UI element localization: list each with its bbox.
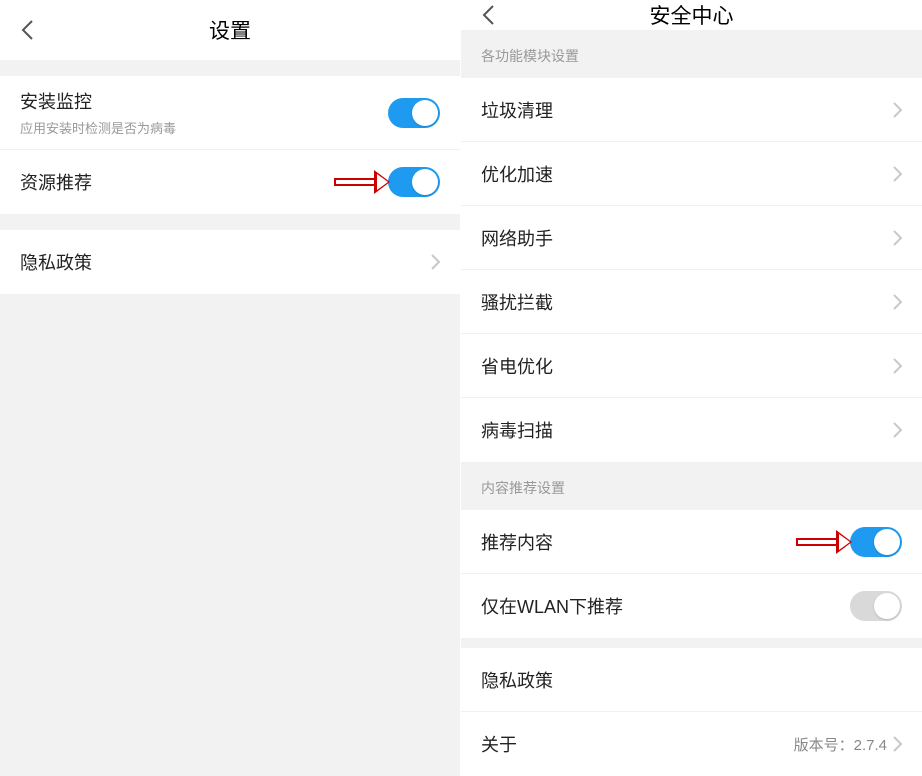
security-center-screen: 安全中心 各功能模块设置 垃圾清理 优化加速 网络助手 骚扰拦截 省电优化 bbox=[461, 0, 922, 776]
toggle-wlan-only[interactable] bbox=[850, 591, 902, 621]
row-label: 关于 bbox=[481, 731, 794, 757]
page-title: 安全中心 bbox=[461, 0, 922, 30]
chevron-right-icon bbox=[893, 166, 902, 182]
back-button[interactable] bbox=[12, 11, 42, 49]
row-privacy-policy[interactable]: 隐私政策 bbox=[0, 230, 460, 294]
header-right: 安全中心 bbox=[461, 0, 922, 30]
row-label: 隐私政策 bbox=[481, 667, 902, 693]
row-install-monitor: 安装监控 应用安装时检测是否为病毒 bbox=[0, 76, 460, 150]
row-recommend-content: 推荐内容 bbox=[461, 510, 922, 574]
chevron-right-icon bbox=[893, 294, 902, 310]
row-virus-scan[interactable]: 病毒扫描 bbox=[461, 398, 922, 462]
divider bbox=[461, 638, 922, 648]
chevron-right-icon bbox=[893, 422, 902, 438]
row-label: 仅在WLAN下推荐 bbox=[481, 593, 850, 619]
row-boost[interactable]: 优化加速 bbox=[461, 142, 922, 206]
row-label: 隐私政策 bbox=[20, 249, 431, 275]
version-label: 版本号：2.7.4 bbox=[794, 734, 887, 755]
row-wlan-only: 仅在WLAN下推荐 bbox=[461, 574, 922, 638]
chevron-right-icon bbox=[431, 254, 440, 270]
settings-list-2: 隐私政策 bbox=[0, 230, 460, 294]
row-junk-clean[interactable]: 垃圾清理 bbox=[461, 78, 922, 142]
page-title: 设置 bbox=[0, 15, 460, 45]
divider bbox=[0, 60, 460, 76]
chevron-right-icon bbox=[893, 102, 902, 118]
toggle-install-monitor[interactable] bbox=[388, 98, 440, 128]
toggle-resource-recommend[interactable] bbox=[388, 167, 440, 197]
settings-list-1: 安装监控 应用安装时检测是否为病毒 资源推荐 bbox=[0, 76, 460, 214]
section-header-recommend: 内容推荐设置 bbox=[461, 462, 922, 510]
modules-list: 垃圾清理 优化加速 网络助手 骚扰拦截 省电优化 病毒扫描 bbox=[461, 78, 922, 462]
back-button[interactable] bbox=[473, 0, 503, 34]
section-header-modules: 各功能模块设置 bbox=[461, 30, 922, 78]
chevron-left-icon bbox=[481, 4, 495, 26]
chevron-right-icon bbox=[893, 736, 902, 752]
about-list: 隐私政策 关于 版本号：2.7.4 bbox=[461, 648, 922, 776]
row-resource-recommend: 资源推荐 bbox=[0, 150, 460, 214]
row-label: 安装监控 bbox=[20, 88, 388, 114]
row-label: 垃圾清理 bbox=[481, 97, 893, 123]
toggle-recommend-content[interactable] bbox=[850, 527, 902, 557]
row-label: 优化加速 bbox=[481, 161, 893, 187]
empty-area bbox=[0, 294, 460, 776]
recommend-list: 推荐内容 仅在WLAN下推荐 bbox=[461, 510, 922, 638]
row-label: 省电优化 bbox=[481, 353, 893, 379]
row-label: 病毒扫描 bbox=[481, 417, 893, 443]
row-privacy-policy[interactable]: 隐私政策 bbox=[461, 648, 922, 712]
chevron-left-icon bbox=[20, 19, 34, 41]
row-network-assistant[interactable]: 网络助手 bbox=[461, 206, 922, 270]
row-about[interactable]: 关于 版本号：2.7.4 bbox=[461, 712, 922, 776]
row-power-save[interactable]: 省电优化 bbox=[461, 334, 922, 398]
chevron-right-icon bbox=[893, 230, 902, 246]
row-label: 网络助手 bbox=[481, 225, 893, 251]
chevron-right-icon bbox=[893, 358, 902, 374]
row-sub: 应用安装时检测是否为病毒 bbox=[20, 118, 388, 137]
row-label: 骚扰拦截 bbox=[481, 289, 893, 315]
row-label: 推荐内容 bbox=[481, 529, 850, 555]
settings-screen: 设置 安装监控 应用安装时检测是否为病毒 资源推荐 bbox=[0, 0, 461, 776]
divider bbox=[0, 214, 460, 230]
row-label: 资源推荐 bbox=[20, 169, 388, 195]
header-left: 设置 bbox=[0, 0, 460, 60]
row-spam-block[interactable]: 骚扰拦截 bbox=[461, 270, 922, 334]
